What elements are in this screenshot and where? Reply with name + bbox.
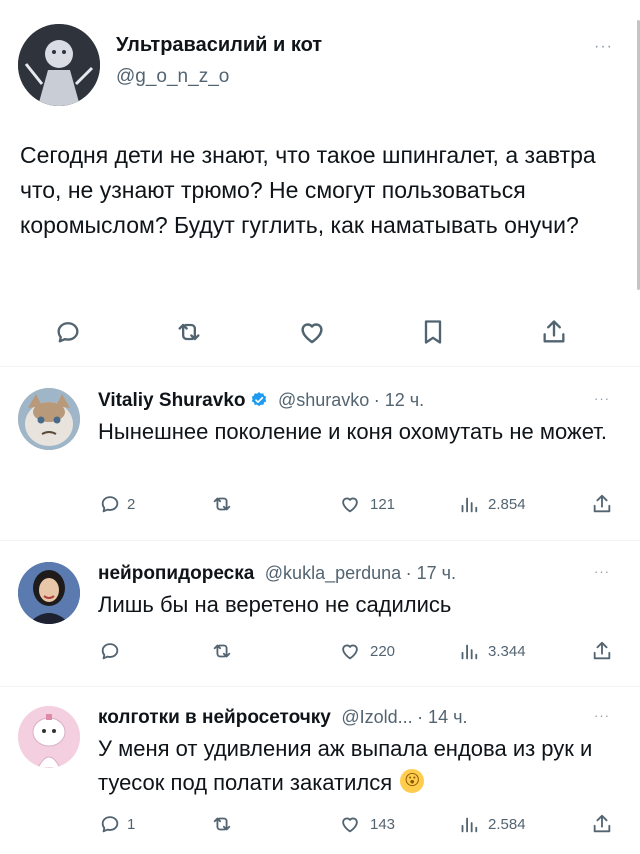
reply-2-author-name[interactable]: нейропидореска bbox=[98, 563, 254, 584]
reply-1-view-count: 2.854 bbox=[488, 496, 526, 513]
cartoon-baby-avatar-image bbox=[18, 706, 80, 768]
reply-2-like-count: 220 bbox=[370, 643, 396, 660]
views-icon[interactable] bbox=[456, 492, 480, 516]
reply-icon[interactable] bbox=[52, 316, 84, 348]
verified-badge-icon bbox=[251, 392, 266, 407]
reply-1-text: Нынешнее поколение и коня охомутать не м… bbox=[98, 419, 607, 444]
reply-2-avatar[interactable] bbox=[18, 562, 80, 624]
retweet-icon[interactable] bbox=[210, 639, 234, 663]
reply-1-like-count: 121 bbox=[370, 496, 396, 513]
main-author-handle[interactable]: @g_o_n_z_o bbox=[116, 66, 229, 88]
share-icon[interactable] bbox=[590, 639, 614, 663]
divider bbox=[0, 540, 640, 541]
main-tweet-text: Сегодня дети не знают, что такое шпингал… bbox=[20, 142, 596, 238]
like-icon[interactable] bbox=[338, 639, 362, 663]
like-icon[interactable] bbox=[296, 316, 328, 348]
reply-icon[interactable] bbox=[98, 812, 122, 836]
views-icon[interactable] bbox=[456, 812, 480, 836]
reply-icon[interactable] bbox=[98, 639, 122, 663]
like-icon[interactable] bbox=[338, 812, 362, 836]
reply-3-view-count: 2.584 bbox=[488, 816, 526, 833]
reply-2-handle[interactable]: @kukla_perduna bbox=[265, 563, 401, 583]
reply-1-time[interactable]: · 12 ч. bbox=[374, 390, 424, 410]
reply-3-avatar[interactable] bbox=[18, 706, 80, 768]
retweet-icon[interactable] bbox=[210, 492, 234, 516]
reply-1-avatar[interactable] bbox=[18, 388, 80, 450]
views-icon[interactable] bbox=[456, 639, 480, 663]
wizard-avatar-image bbox=[18, 24, 100, 106]
share-icon[interactable] bbox=[590, 812, 614, 836]
woman-avatar-image bbox=[18, 562, 80, 624]
reply-icon[interactable] bbox=[98, 492, 122, 516]
reply-2-view-count: 3.344 bbox=[488, 643, 526, 660]
reply-3-header: колготки в нейросеточку @Izold... · 14 ч… bbox=[98, 707, 467, 729]
retweet-icon[interactable] bbox=[173, 316, 205, 348]
bookmark-icon[interactable] bbox=[417, 316, 449, 348]
more-options-icon[interactable]: ··· bbox=[594, 708, 610, 723]
reply-3-text: У меня от удивления аж выпала ендова из … bbox=[98, 732, 618, 800]
reply-2-time[interactable]: · 17 ч. bbox=[406, 563, 456, 583]
reply-3-handle[interactable]: @Izold... bbox=[341, 707, 412, 727]
reply-2-header: нейропидореска @kukla_perduna · 17 ч. bbox=[98, 563, 456, 585]
more-options-icon[interactable]: ··· bbox=[594, 38, 613, 56]
grumpy-cat-avatar-image bbox=[18, 388, 80, 450]
divider bbox=[0, 366, 640, 367]
reply-3-like-count: 143 bbox=[370, 816, 396, 833]
reply-3-time[interactable]: · 14 ч. bbox=[417, 707, 467, 727]
reply-1-author-name[interactable]: Vitaliy Shuravko bbox=[98, 390, 246, 411]
astonished-face-emoji-icon: 😮 bbox=[400, 769, 425, 793]
retweet-icon[interactable] bbox=[210, 812, 234, 836]
reply-3-reply-count: 1 bbox=[127, 816, 136, 833]
reply-1-reply-count: 2 bbox=[127, 496, 136, 513]
reply-1-handle[interactable]: @shuravko bbox=[278, 390, 369, 410]
reply-3-text-body: У меня от удивления аж выпала ендова из … bbox=[98, 736, 593, 795]
reply-2-text: Лишь бы на веретено не садились bbox=[98, 592, 452, 617]
main-author-name[interactable]: Ультравасилий и кот bbox=[116, 34, 322, 57]
more-options-icon[interactable]: ··· bbox=[594, 564, 610, 579]
share-icon[interactable] bbox=[590, 492, 614, 516]
like-icon[interactable] bbox=[338, 492, 362, 516]
main-author-avatar[interactable] bbox=[18, 24, 100, 106]
reply-1-header: Vitaliy Shuravko @shuravko · 12 ч. bbox=[98, 390, 424, 412]
share-icon[interactable] bbox=[538, 316, 570, 348]
more-options-icon[interactable]: ··· bbox=[594, 391, 610, 406]
reply-3-author-name[interactable]: колготки в нейросеточку bbox=[98, 707, 331, 728]
divider bbox=[0, 686, 640, 687]
